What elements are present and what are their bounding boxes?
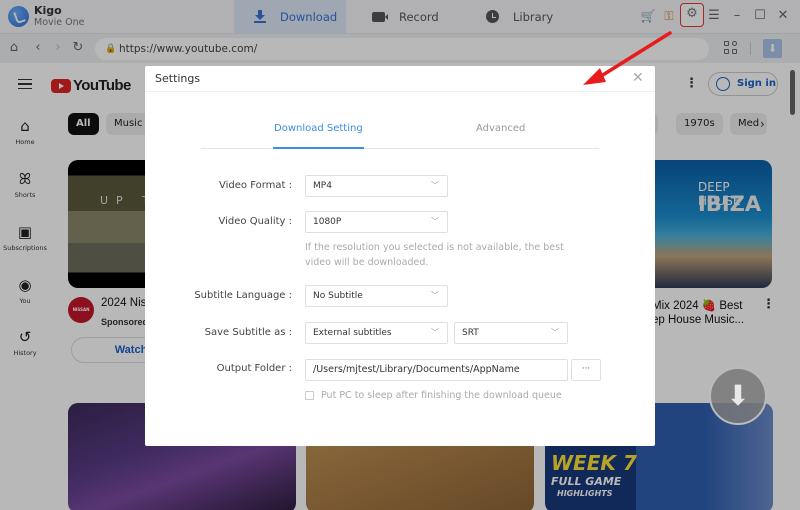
subtitle-format-select[interactable]: SRT ﹀ (454, 322, 568, 344)
subtitle-format-value: SRT (462, 328, 479, 338)
dialog-title: Settings (155, 72, 201, 85)
output-folder-label: Output Folder : (216, 363, 292, 374)
video-format-select[interactable]: MP4 ﹀ (305, 175, 448, 197)
save-subtitle-label: Save Subtitle as : (204, 327, 292, 338)
video-quality-select[interactable]: 1080P ﹀ (305, 211, 448, 233)
output-folder-value: /Users/mjtest/Library/Documents/AppName (313, 364, 520, 375)
save-subtitle-value: External subtitles (313, 328, 392, 338)
subtitle-language-value: No Subtitle (313, 291, 363, 301)
chevron-down-icon: ﹀ (431, 291, 439, 300)
sleep-option[interactable]: Put PC to sleep after finishing the down… (305, 390, 562, 401)
quality-hint: If the resolution you selected is not av… (305, 242, 564, 268)
video-quality-label: Video Quality : (218, 216, 292, 227)
subtitle-language-label: Subtitle Language : (194, 290, 292, 301)
chevron-down-icon: ﹀ (431, 181, 439, 190)
settings-dialog: Settings ✕ Download Setting Advanced Vid… (145, 66, 655, 446)
video-quality-value: 1080P (313, 217, 342, 227)
chevron-down-icon: ﹀ (551, 328, 559, 337)
sleep-option-label: Put PC to sleep after finishing the down… (321, 390, 562, 401)
chevron-down-icon: ﹀ (431, 217, 439, 226)
output-folder-input[interactable]: /Users/mjtest/Library/Documents/AppName (305, 359, 568, 381)
floating-download-button[interactable]: ⬇ (709, 367, 767, 425)
download-arrow-icon: ⬇ (726, 379, 750, 412)
sleep-checkbox[interactable] (305, 391, 314, 400)
close-icon[interactable]: ✕ (632, 70, 644, 86)
chevron-down-icon: ﹀ (431, 328, 439, 337)
settings-tabs: Download Setting Advanced (201, 123, 599, 149)
tab-download-setting[interactable]: Download Setting (273, 123, 364, 149)
video-format-label: Video Format : (219, 180, 292, 191)
subtitle-language-select[interactable]: No Subtitle ﹀ (305, 285, 448, 307)
video-format-value: MP4 (313, 181, 332, 191)
dialog-header: Settings ✕ (145, 66, 655, 92)
browse-folder-button[interactable]: ··· (571, 359, 601, 381)
tab-advanced[interactable]: Advanced (476, 123, 525, 134)
save-subtitle-select[interactable]: External subtitles ﹀ (305, 322, 448, 344)
